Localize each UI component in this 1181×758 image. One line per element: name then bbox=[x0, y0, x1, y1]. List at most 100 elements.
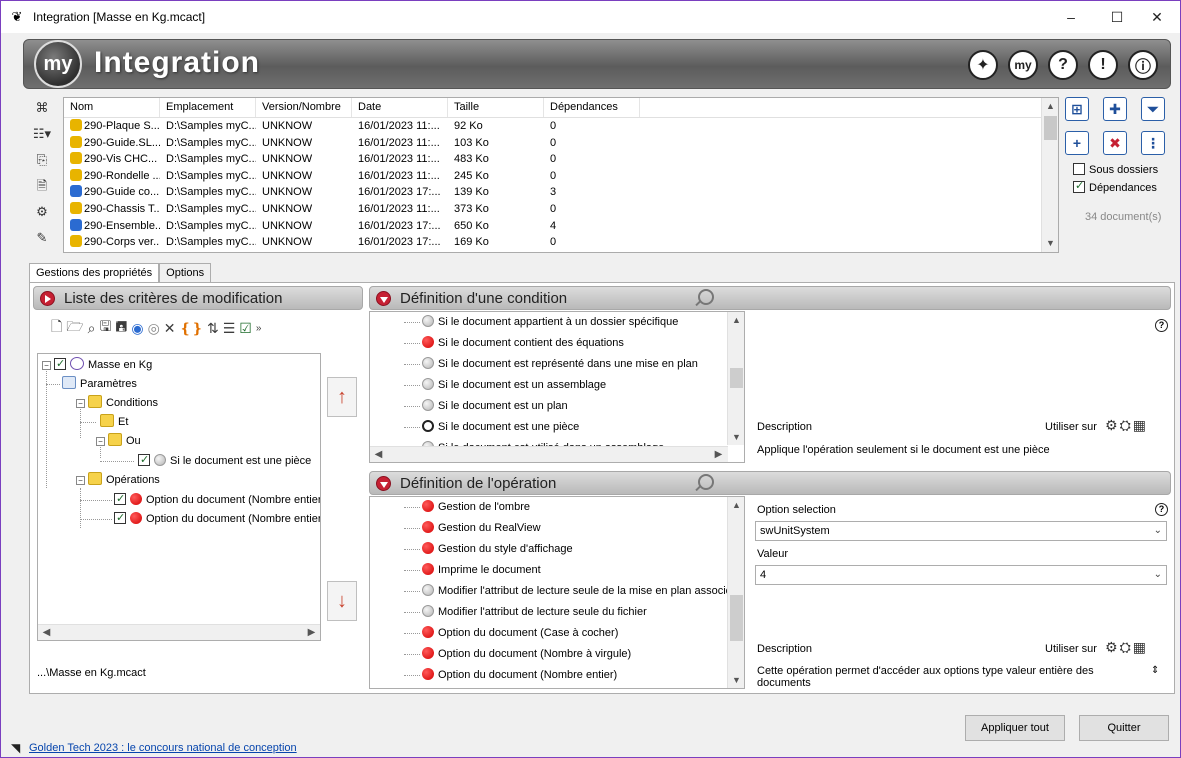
part-icon[interactable]: ⚙ bbox=[1105, 639, 1120, 655]
col-size[interactable]: Taille bbox=[448, 98, 544, 117]
scroll-right-icon[interactable]: ▶ bbox=[710, 447, 727, 462]
operation-2-checkbox[interactable] bbox=[114, 510, 126, 526]
condition-list-hscrollbar[interactable]: ◀ ▶ bbox=[370, 446, 728, 462]
tree-condition-item[interactable]: Si le document est une pièce bbox=[138, 452, 311, 469]
list-item[interactable]: Option du document (Case à cocher) bbox=[370, 623, 618, 644]
tree-operation-1[interactable]: Option du document (Nombre entier) bbox=[114, 491, 320, 508]
operation-1-checkbox[interactable] bbox=[114, 491, 126, 507]
list-item[interactable]: Modifier l'attribut de lecture seule de … bbox=[370, 581, 738, 602]
add-file-icon[interactable]: ⊞ bbox=[1065, 97, 1089, 121]
check-icon[interactable]: ☑ bbox=[239, 320, 252, 337]
table-row[interactable]: 290-Guide co... D:\Samples myC... UNKNOW 16… bbox=[64, 184, 1058, 201]
list-item[interactable]: Si le document est une pièce bbox=[370, 417, 579, 438]
dependencies-checkbox[interactable] bbox=[1073, 179, 1085, 193]
open-icon[interactable]: 🗁 bbox=[66, 316, 83, 340]
save-as-icon[interactable]: 🖪 bbox=[115, 316, 127, 340]
part-icon[interactable]: ⚙ bbox=[1105, 417, 1120, 433]
scroll-thumb[interactable] bbox=[730, 595, 743, 641]
col-location[interactable]: Emplacement bbox=[160, 98, 256, 117]
file-list-scrollbar[interactable]: ▲ ▼ bbox=[1041, 98, 1058, 252]
scroll-down-icon[interactable]: ▼ bbox=[1042, 235, 1059, 252]
col-name[interactable]: Nom bbox=[64, 98, 160, 117]
sort-icon[interactable]: ⇅ bbox=[207, 320, 219, 337]
table-row[interactable]: 290-Ensemble... D:\Samples myC... UNKNOW 16… bbox=[64, 218, 1058, 235]
table-row[interactable]: 290-Plaque S... D:\Samples myC... UNKNOW 16… bbox=[64, 118, 1058, 135]
tree-or[interactable]: Ou bbox=[108, 433, 141, 449]
scroll-right-icon[interactable]: ▶ bbox=[303, 625, 320, 640]
tree-view-icon[interactable]: ⋮ bbox=[1141, 131, 1165, 155]
description-scroll-icon[interactable]: ⇕ bbox=[1151, 665, 1159, 676]
drawing-icon[interactable]: ▦ bbox=[1133, 417, 1148, 433]
tree-root[interactable]: Masse en Kg bbox=[54, 356, 152, 373]
tree-parameters[interactable]: Paramètres bbox=[62, 376, 137, 392]
delete-icon[interactable]: ✕ bbox=[164, 320, 176, 337]
tree-operation-2[interactable]: Option du document (Nombre entier) bbox=[114, 510, 320, 527]
list-item[interactable]: Gestion du RealView bbox=[370, 518, 541, 539]
list-item[interactable]: Si le document est représenté dans une m… bbox=[370, 354, 698, 375]
document-icon[interactable]: 🗎 bbox=[27, 175, 57, 197]
tree-icon[interactable]: ☰ bbox=[223, 320, 236, 337]
expand-right-icon[interactable] bbox=[40, 291, 55, 306]
scroll-left-icon[interactable]: ◀ bbox=[38, 625, 55, 640]
criteria-tree[interactable]: − Masse en Kg Paramètres − Conditions Et… bbox=[37, 353, 321, 641]
list-item[interactable]: Si le document appartient à un dossier s… bbox=[370, 312, 678, 333]
operation-list[interactable]: Gestion de l'ombre Gestion du RealView Ges… bbox=[369, 496, 745, 689]
tree-and[interactable]: Et bbox=[100, 414, 128, 430]
tab-options[interactable]: Options bbox=[159, 263, 212, 283]
remove-file-icon[interactable]: ✖ bbox=[1103, 131, 1127, 155]
list-item[interactable]: Si le document est un plan bbox=[370, 396, 568, 417]
rss-news-link[interactable]: Golden Tech 2023 : le concours national … bbox=[29, 742, 297, 754]
stars-button[interactable]: ✦ bbox=[968, 50, 998, 80]
list-item[interactable]: Si le document est un assemblage bbox=[370, 375, 606, 396]
minimize-button[interactable]: – bbox=[1048, 1, 1094, 33]
add-assembly-icon[interactable]: ✚ bbox=[1103, 97, 1127, 121]
tree-hscrollbar[interactable]: ◀ ▶ bbox=[38, 624, 320, 640]
scroll-up-icon[interactable]: ▲ bbox=[728, 497, 744, 513]
scroll-thumb[interactable] bbox=[730, 368, 743, 388]
scroll-left-icon[interactable]: ◀ bbox=[370, 447, 387, 462]
root-checkbox[interactable] bbox=[54, 356, 66, 372]
dependencies-option[interactable]: Dépendances bbox=[1073, 179, 1157, 194]
comment-icon[interactable]: ✎ bbox=[27, 227, 57, 249]
scroll-down-icon[interactable]: ▼ bbox=[728, 429, 744, 445]
scroll-down-icon[interactable]: ▼ bbox=[728, 672, 744, 688]
assembly-icon[interactable]: ⛭ bbox=[1120, 417, 1133, 433]
table-row[interactable]: 290-Rondelle ... D:\Samples myC... UNKNOW 1… bbox=[64, 168, 1058, 185]
filter-icon[interactable]: ⏷ bbox=[1141, 97, 1165, 121]
tree-conditions[interactable]: Conditions bbox=[88, 395, 158, 411]
about-button[interactable]: ⓘ bbox=[1128, 50, 1158, 80]
collapse-conditions-icon[interactable]: − bbox=[76, 399, 85, 408]
tab-property-management[interactable]: Gestions des propriétés bbox=[29, 263, 160, 284]
file-list[interactable]: Nom Emplacement Version/Nombre Date Tail… bbox=[63, 97, 1059, 253]
apply-all-button[interactable]: Appliquer tout bbox=[965, 715, 1065, 741]
condition-list[interactable]: Si le document appartient à un dossier s… bbox=[369, 311, 745, 463]
col-date[interactable]: Date bbox=[352, 98, 448, 117]
move-up-button[interactable]: ↑ bbox=[327, 377, 357, 417]
operation-help-icon[interactable]: ? bbox=[1155, 503, 1168, 516]
close-button[interactable]: ✕ bbox=[1134, 1, 1180, 33]
tree-operations[interactable]: Opérations bbox=[88, 472, 160, 488]
scroll-thumb[interactable] bbox=[1044, 116, 1057, 140]
my-button[interactable]: my bbox=[1008, 50, 1038, 80]
save-icon[interactable]: 🖫 bbox=[99, 316, 111, 340]
table-row[interactable]: 290-Chassis T... D:\Samples myC... UNKNOW 1… bbox=[64, 201, 1058, 218]
option-selection-dropdown[interactable]: swUnitSystem ⌄ bbox=[755, 521, 1167, 541]
table-row[interactable]: 290-Guide.SL... D:\Samples myC... UNKNOW 16… bbox=[64, 135, 1058, 152]
operation-list-vscrollbar[interactable]: ▲ ▼ bbox=[727, 497, 744, 688]
value-dropdown[interactable]: 4 ⌄ bbox=[755, 565, 1167, 585]
help-button[interactable]: ? bbox=[1048, 50, 1078, 80]
search-icon[interactable] bbox=[698, 474, 714, 490]
move-down-button[interactable]: ↓ bbox=[327, 581, 357, 621]
condition-checkbox[interactable] bbox=[138, 452, 150, 468]
scroll-up-icon[interactable]: ▲ bbox=[728, 312, 744, 328]
new-icon[interactable]: 🗋 bbox=[51, 316, 62, 340]
list-item[interactable]: Gestion du style d'affichage bbox=[370, 539, 573, 560]
list-item[interactable]: Gestion de l'ombre bbox=[370, 497, 530, 518]
view-mode-icon[interactable]: ☷▾ bbox=[27, 123, 57, 145]
run-all-icon[interactable]: ◎ bbox=[148, 320, 160, 337]
search-icon[interactable] bbox=[698, 289, 714, 305]
list-item[interactable]: Imprime le document bbox=[370, 560, 541, 581]
collapse-operations-icon[interactable]: − bbox=[76, 476, 85, 485]
find-icon[interactable]: ⌕ bbox=[88, 320, 96, 337]
list-item[interactable]: Modifier l'attribut de lecture seule du … bbox=[370, 602, 647, 623]
